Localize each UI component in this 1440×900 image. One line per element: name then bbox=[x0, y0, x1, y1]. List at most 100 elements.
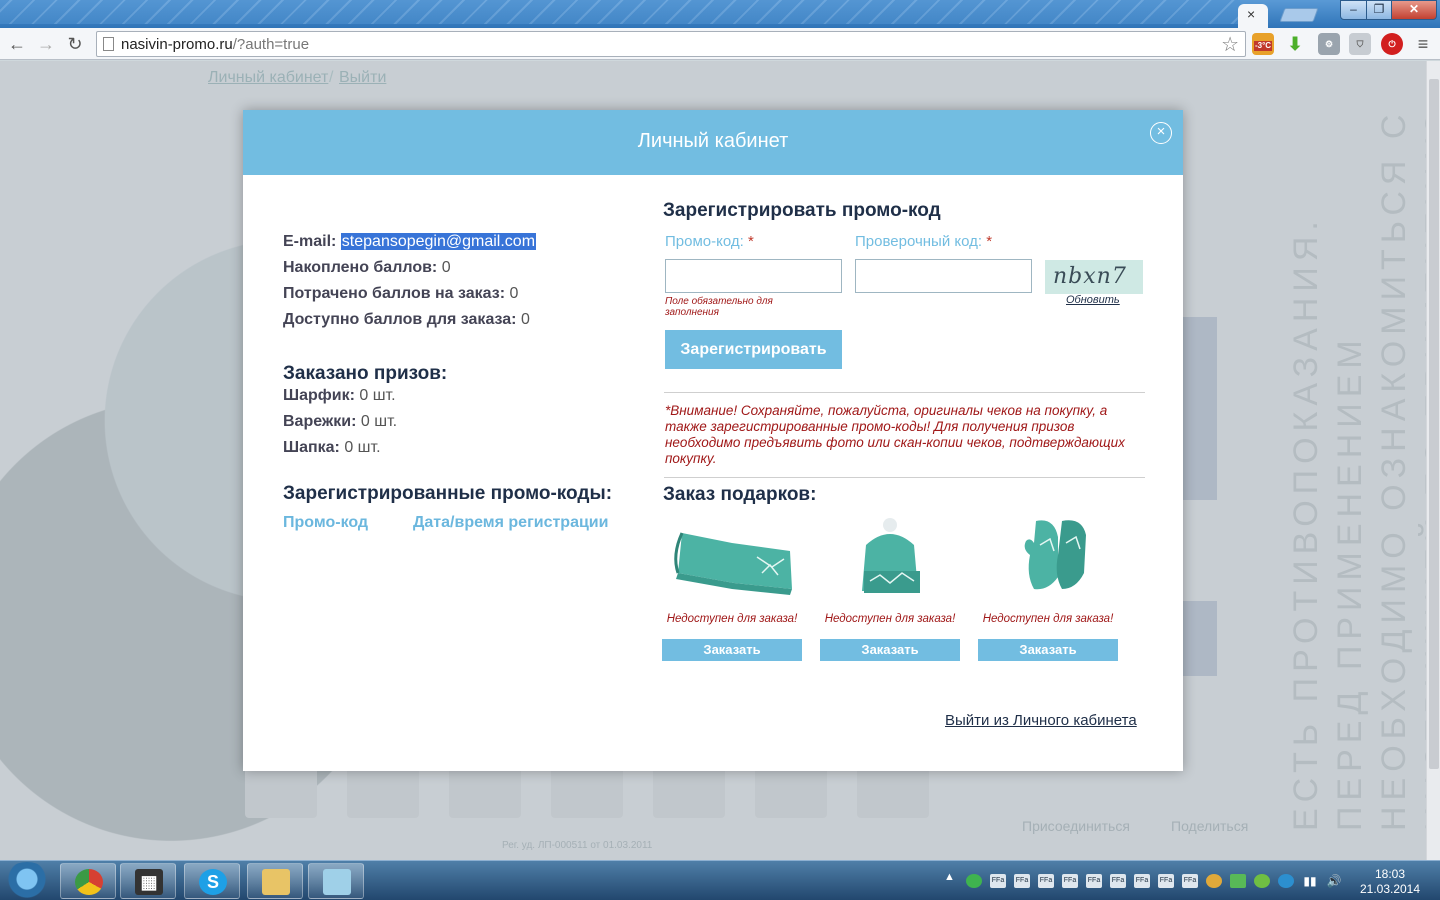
gift-scarf: Недоступен для заказа! Заказать bbox=[662, 515, 802, 665]
logout-link[interactable]: Выйти из Личного кабинета bbox=[945, 712, 1137, 729]
scrollbar-thumb[interactable] bbox=[1429, 79, 1439, 769]
receipt-notice: *Внимание! Сохраняйте, пожалуйста, ориги… bbox=[665, 403, 1125, 466]
promo-code-error: Поле обязательно для заполнения bbox=[665, 296, 773, 318]
order-hat-button[interactable]: Заказать bbox=[820, 639, 960, 661]
minimize-button[interactable]: – bbox=[1340, 0, 1367, 20]
order-scarf-button[interactable]: Заказать bbox=[662, 639, 802, 661]
points-accumulated-row: Накоплено баллов: 0 bbox=[283, 259, 451, 276]
menu-icon[interactable]: ≡ bbox=[1412, 33, 1434, 55]
close-tab-icon[interactable]: × bbox=[1247, 6, 1255, 22]
promo-code-input[interactable] bbox=[665, 259, 842, 293]
points-available-row: Доступно баллов для заказа: 0 bbox=[283, 311, 530, 328]
film-icon: ▦ bbox=[135, 869, 163, 895]
tray-icon[interactable]: FFa bbox=[990, 874, 1006, 888]
tray-icon[interactable]: FFa bbox=[1110, 874, 1126, 888]
account-modal: Личный кабинет × E-mail: stepansopegin@g… bbox=[243, 110, 1183, 771]
maximize-button[interactable]: ❐ bbox=[1366, 0, 1392, 20]
modal-title: Личный кабинет bbox=[637, 130, 789, 152]
col-promo-code[interactable]: Промо-код bbox=[283, 514, 368, 532]
modal-header: Личный кабинет × bbox=[243, 110, 1183, 175]
network-icon[interactable]: ▮▮ bbox=[1302, 874, 1318, 888]
browser-tab[interactable]: × bbox=[1238, 4, 1268, 28]
new-tab-button[interactable] bbox=[1279, 8, 1319, 22]
tray-icon[interactable]: FFa bbox=[1158, 874, 1174, 888]
gifts-title: Заказ подарков: bbox=[663, 484, 817, 505]
chrome-icon bbox=[75, 869, 103, 895]
order-mittens-button[interactable]: Заказать bbox=[978, 639, 1118, 661]
back-icon[interactable]: ← bbox=[6, 33, 28, 55]
join-label: Присоединиться bbox=[1022, 818, 1130, 834]
tray-app-icon[interactable] bbox=[1278, 874, 1294, 888]
captcha-refresh-link[interactable]: Обновить bbox=[1066, 294, 1120, 306]
folder-icon bbox=[262, 869, 290, 895]
browser-toolbar: ← → ↻ nasivin-promo.ru/?auth=true ☆ -3°C… bbox=[0, 28, 1440, 60]
captcha-image: nbxn7 bbox=[1045, 260, 1143, 294]
taskbar-chrome[interactable] bbox=[60, 863, 116, 899]
gift-status: Недоступен для заказа! bbox=[824, 613, 956, 625]
share-label: Поделиться bbox=[1171, 818, 1249, 834]
clock[interactable]: 18:03 21.03.2014 bbox=[1352, 867, 1428, 897]
clock-date: 21.03.2014 bbox=[1359, 882, 1421, 896]
hat-icon bbox=[862, 518, 920, 593]
tray-icon[interactable]: FFa bbox=[1038, 874, 1054, 888]
tray-icon[interactable]: FFa bbox=[1182, 874, 1198, 888]
reload-icon[interactable]: ↻ bbox=[64, 33, 86, 55]
tray-app-icon[interactable] bbox=[1230, 874, 1246, 888]
page-scrollbar[interactable] bbox=[1426, 61, 1440, 860]
notes-icon bbox=[323, 869, 351, 895]
scarf-icon bbox=[674, 532, 792, 595]
weather-extension-icon[interactable]: -3°C bbox=[1252, 33, 1274, 55]
tab-decoration bbox=[0, 0, 1240, 24]
bg-side-button bbox=[1183, 601, 1217, 676]
taskbar-skype[interactable]: S bbox=[184, 863, 240, 899]
tray-icon[interactable]: FFa bbox=[1062, 874, 1078, 888]
skype-icon: S bbox=[199, 869, 227, 895]
url-text[interactable]: nasivin-promo.ru/?auth=true bbox=[121, 36, 309, 53]
promo-code-label: Промо-код: * bbox=[665, 233, 754, 250]
tray-app-icon[interactable] bbox=[1254, 874, 1270, 888]
check-code-label: Проверочный код: * bbox=[855, 233, 993, 250]
registered-codes-title: Зарегистрированные промо-коды: bbox=[283, 483, 613, 504]
product-bottles bbox=[245, 766, 945, 821]
email-value: stepansopegin@gmail.com bbox=[340, 233, 537, 250]
taskbar: ▦ S ▲ FFa FFa FFa FFa FFa FFa FFa FFa FF… bbox=[0, 860, 1440, 900]
bg-account-link[interactable]: Личный кабинет bbox=[208, 69, 328, 87]
volume-icon[interactable]: 🔊 bbox=[1326, 874, 1342, 888]
tray-icon[interactable]: FFa bbox=[1014, 874, 1030, 888]
gift-hat: Недоступен для заказа! Заказать bbox=[820, 515, 960, 665]
col-datetime[interactable]: Дата/время регистрации bbox=[413, 514, 608, 532]
page-icon bbox=[103, 37, 114, 51]
mittens-icon bbox=[1024, 520, 1086, 590]
bg-logout-link[interactable]: Выйти bbox=[339, 69, 386, 87]
check-code-input[interactable] bbox=[855, 259, 1032, 293]
download-extension-icon[interactable]: ⬇ bbox=[1284, 33, 1306, 55]
tray-app-icon[interactable] bbox=[1206, 874, 1222, 888]
tray-icon[interactable]: FFa bbox=[1134, 874, 1150, 888]
divider bbox=[664, 477, 1145, 478]
tray-icon[interactable]: FFa bbox=[1086, 874, 1102, 888]
warning-vertical-text: ЕСТЬ ПРОТИВОПОКАЗАНИЯ. ПЕРЕД ПРИМЕНЕНИЕМ… bbox=[1287, 104, 1426, 831]
taskbar-movie-maker[interactable]: ▦ bbox=[120, 863, 176, 899]
close-icon[interactable]: × bbox=[1150, 122, 1172, 144]
extension-icon[interactable]: ⚙ bbox=[1318, 33, 1340, 55]
bg-link-separator: / bbox=[329, 69, 334, 86]
reg-number: Рег. уд. ЛП-000511 от 01.03.2011 bbox=[502, 840, 653, 851]
gift-status: Недоступен для заказа! bbox=[666, 613, 798, 625]
close-window-button[interactable]: ✕ bbox=[1391, 0, 1437, 20]
gift-mittens: Недоступен для заказа! Заказать bbox=[978, 515, 1118, 665]
forward-icon[interactable]: → bbox=[35, 33, 57, 55]
prize-row-scarf: Шарфик: 0 шт. bbox=[283, 387, 396, 404]
bookmark-star-icon[interactable]: ☆ bbox=[1221, 32, 1239, 57]
show-hidden-icons-icon[interactable]: ▲ bbox=[944, 871, 955, 883]
taskbar-notes[interactable] bbox=[308, 863, 364, 899]
tray-app-icon[interactable] bbox=[966, 874, 982, 888]
address-bar[interactable]: nasivin-promo.ru/?auth=true ☆ bbox=[96, 31, 1246, 57]
adblock-extension-icon[interactable]: ⏻ bbox=[1381, 33, 1403, 55]
start-button[interactable] bbox=[2, 862, 52, 900]
register-button[interactable]: Зарегистрировать bbox=[665, 330, 842, 369]
taskbar-explorer[interactable] bbox=[247, 863, 303, 899]
gift-status: Недоступен для заказа! bbox=[982, 613, 1114, 625]
shield-extension-icon[interactable]: ⛉ bbox=[1349, 33, 1371, 55]
prizes-title: Заказано призов: bbox=[283, 363, 448, 384]
points-spent-row: Потрачено баллов на заказ: 0 bbox=[283, 285, 519, 302]
